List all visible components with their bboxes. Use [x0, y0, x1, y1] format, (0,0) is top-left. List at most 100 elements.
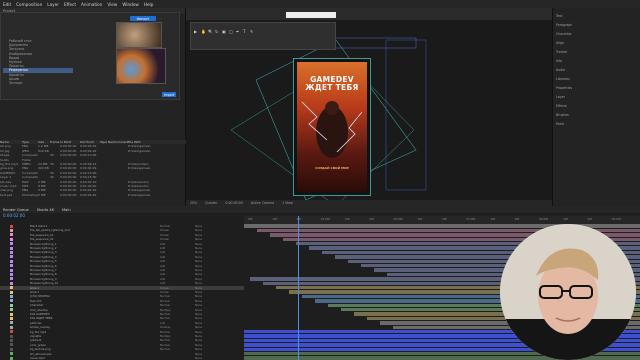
folder-item[interactable]: Экспорт — [3, 81, 73, 85]
viewer-status-item[interactable]: Active Camera — [251, 201, 274, 205]
layer-parent[interactable]: None — [195, 255, 215, 259]
hand-tool-icon[interactable]: ✋ — [201, 29, 206, 34]
layer-mode[interactable]: Add — [160, 281, 172, 285]
timeline-tab[interactable]: Render Queue — [3, 208, 29, 212]
table-row[interactable]: text.psd Photoshop 5 MB 0:00:00:00 0:00:04:2… — [0, 193, 186, 197]
layer-color-swatch[interactable] — [10, 233, 13, 237]
layer-color-swatch[interactable] — [10, 281, 13, 285]
import-confirm-button[interactable]: Import — [162, 92, 176, 97]
layer-parent[interactable]: None — [195, 281, 215, 285]
properties-item[interactable]: Tracker — [556, 50, 568, 54]
layer-name[interactable]: fire_tall_sparks_lightning_mid — [30, 228, 120, 232]
shape-tool-icon[interactable]: □ — [229, 29, 233, 34]
properties-item[interactable]: Align — [556, 41, 564, 45]
timeline-tab[interactable]: Shorts 4K — [37, 208, 54, 212]
layer-mode[interactable]: Overlay — [160, 325, 172, 329]
layer-parent[interactable]: None — [195, 286, 215, 290]
layer-mode[interactable]: Normal — [160, 338, 172, 342]
pen-tool-icon[interactable]: ✒ — [236, 29, 239, 34]
menu-item-3[interactable]: Effect — [64, 2, 76, 7]
layer-mode[interactable]: Screen — [160, 237, 172, 241]
layer-parent[interactable]: None — [195, 312, 215, 316]
rotate-tool-icon[interactable]: ↻ — [215, 29, 218, 34]
layer-parent[interactable]: None — [195, 272, 215, 276]
layer-mode[interactable]: Add — [160, 268, 172, 272]
layer-name[interactable]: Молния lightning_10 — [30, 281, 120, 285]
layer-row[interactable]: music.mp3 None — [0, 356, 244, 360]
layer-name[interactable]: color_grade — [30, 343, 120, 347]
layer-color-swatch[interactable] — [10, 299, 13, 303]
layer-name[interactable]: bg_fire.mp4 — [30, 330, 120, 334]
layer-mode[interactable]: Add — [160, 259, 172, 263]
properties-item[interactable]: Info — [556, 59, 562, 63]
menu-item-5[interactable]: View — [107, 2, 117, 7]
properties-item[interactable]: Paragraph — [556, 23, 572, 27]
selection-tool-icon[interactable]: ▶ — [194, 29, 197, 34]
layer-parent[interactable]: None — [195, 268, 215, 272]
layer-color-swatch[interactable] — [10, 308, 13, 312]
layer-name[interactable]: vignette — [30, 334, 120, 338]
layer-parent[interactable]: None — [195, 303, 215, 307]
layer-color-swatch[interactable] — [10, 352, 13, 356]
layer-parent[interactable]: None — [195, 250, 215, 254]
viewer-status-item[interactable]: 0:00:00:00 — [225, 201, 242, 205]
timeline-tab[interactable]: Main — [62, 208, 71, 212]
layer-name[interactable]: Молния lightning_9 — [30, 277, 120, 281]
layer-parent[interactable]: None — [195, 228, 215, 232]
camera-tool-icon[interactable]: ▣ — [222, 29, 226, 34]
layer-mode[interactable]: Add — [160, 272, 172, 276]
layer-parent[interactable]: None — [195, 290, 215, 294]
viewer-status-item[interactable]: Quarter — [205, 201, 217, 205]
layer-parent[interactable]: None — [195, 330, 215, 334]
layer-name[interactable]: gradient — [30, 338, 120, 342]
layer-parent[interactable]: None — [195, 242, 215, 246]
properties-item[interactable]: Character — [556, 32, 572, 36]
layer-name[interactable]: Молния lightning_8 — [30, 272, 120, 276]
layer-name[interactable]: title GAMEDEV — [30, 312, 120, 316]
layer-color-swatch[interactable] — [10, 264, 13, 268]
layer-color-swatch[interactable] — [10, 268, 13, 272]
properties-item[interactable]: Paint — [556, 122, 564, 126]
layer-name[interactable]: Молния lightning_4 — [30, 255, 120, 259]
thumbnail-1[interactable] — [116, 22, 162, 48]
layer-mode[interactable]: Add — [160, 277, 172, 281]
layer-mode[interactable]: Multiply — [160, 334, 172, 338]
layer-mode[interactable]: Screen — [160, 228, 172, 232]
menu-item-0[interactable]: Edit — [3, 2, 11, 7]
layer-mode[interactable]: Multiply — [160, 308, 172, 312]
menu-item-4[interactable]: Animation — [81, 2, 102, 7]
layer-parent[interactable]: None — [195, 347, 215, 351]
properties-item[interactable]: Audio — [556, 68, 565, 72]
layer-name[interactable]: Молния lightning_2 — [30, 246, 120, 250]
layer-color-swatch[interactable] — [10, 250, 13, 254]
brush-tool-icon[interactable]: ✎ — [250, 29, 253, 34]
layer-color-swatch[interactable] — [10, 246, 13, 250]
layer-parent[interactable]: None — [195, 277, 215, 281]
search-field[interactable] — [286, 12, 336, 18]
layer-mode[interactable]: Add — [160, 246, 172, 250]
layer-mode[interactable]: Screen — [160, 233, 172, 237]
properties-item[interactable]: Layer — [556, 95, 565, 99]
layer-name[interactable]: Молния lightning_6 — [30, 264, 120, 268]
properties-item[interactable]: Text — [556, 14, 562, 18]
layer-mode[interactable]: Add — [160, 250, 172, 254]
layer-mode[interactable]: Screen — [160, 290, 172, 294]
layer-color-swatch[interactable] — [10, 303, 13, 307]
layer-parent[interactable]: None — [195, 233, 215, 237]
layer-name[interactable]: smoke_overlay — [30, 325, 120, 329]
layer-mode[interactable]: Normal — [160, 294, 172, 298]
layer-mode[interactable]: Add — [160, 255, 172, 259]
menu-item-1[interactable]: Composition — [16, 2, 42, 7]
layer-name[interactable]: Glow 1 — [30, 290, 120, 294]
properties-item[interactable]: Libraries — [556, 77, 570, 81]
layer-name[interactable]: Молния lightning_1 — [30, 242, 120, 246]
layer-parent[interactable]: None — [195, 343, 215, 347]
timeline-timecode[interactable]: 0:00:02:00 — [3, 213, 25, 218]
layer-name[interactable]: Молния lightning_3 — [30, 250, 120, 254]
layer-color-swatch[interactable] — [10, 272, 13, 276]
import-button[interactable]: Импорт — [130, 16, 156, 21]
menu-item-2[interactable]: Layer — [47, 2, 59, 7]
layer-name[interactable]: char_shadow — [30, 308, 120, 312]
layer-mode[interactable]: Add — [160, 264, 172, 268]
layer-mode[interactable]: Normal — [160, 347, 172, 351]
